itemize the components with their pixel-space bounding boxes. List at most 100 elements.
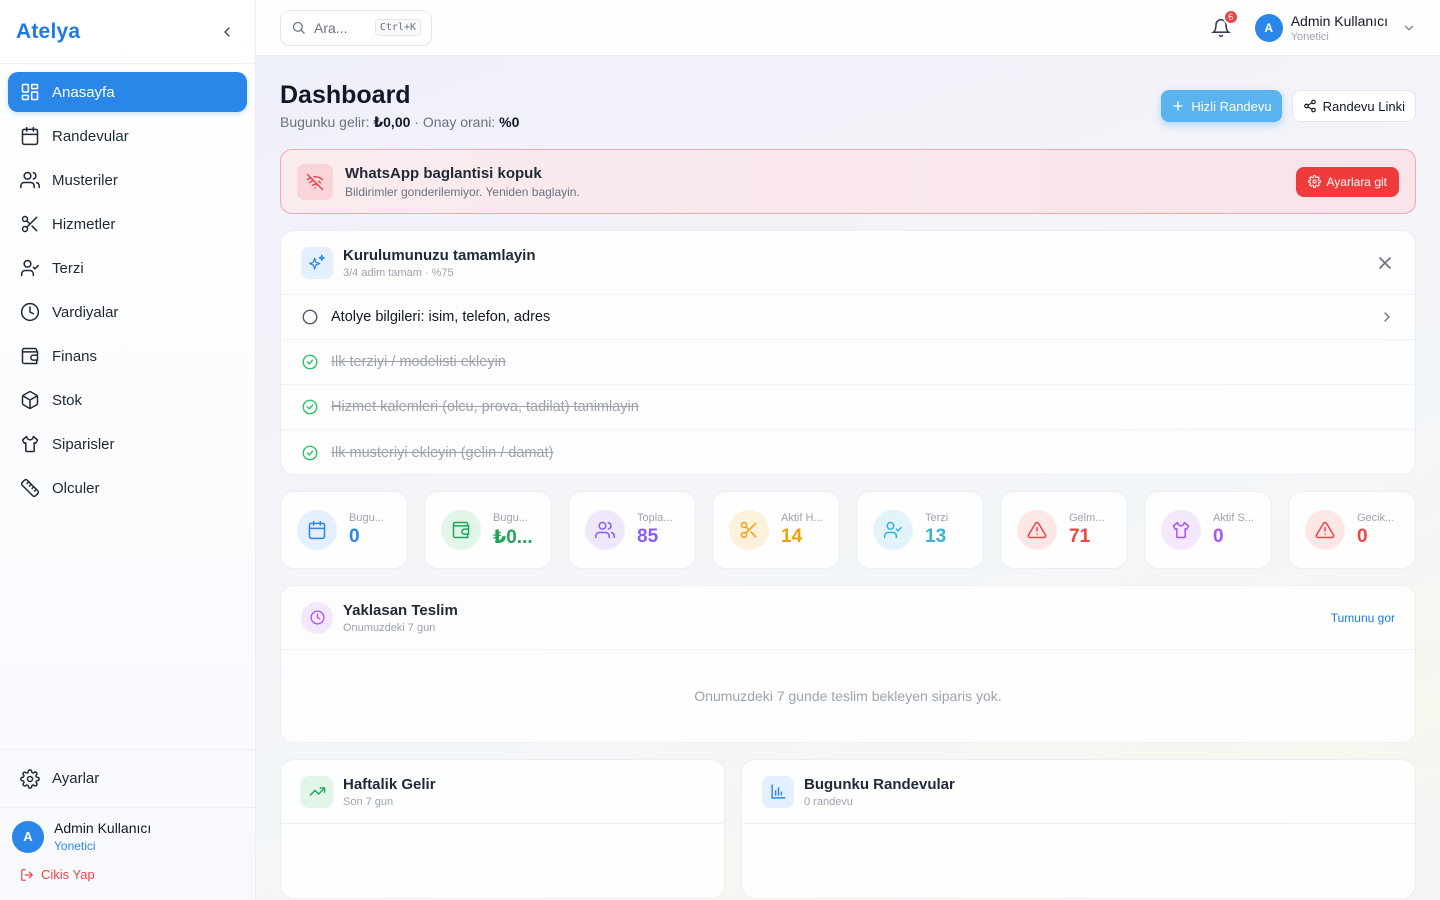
approval-label: Onay orani:: [422, 114, 496, 130]
stat-card-total-customers[interactable]: Topla... 85: [568, 491, 696, 569]
box-icon: [21, 390, 39, 410]
sidebar-item-olculer[interactable]: Olculer: [8, 468, 247, 508]
wifi-off-icon: [297, 163, 333, 200]
shirt-icon: [21, 435, 39, 453]
plus-icon: [1173, 101, 1184, 111]
stat-value: 71: [1069, 526, 1091, 547]
today-appointments-card: Bugunku Randevular 0 randevu: [741, 759, 1416, 899]
header-actions: Hizli Randevu Randevu Linki: [1161, 90, 1416, 122]
setup-header: Kurulumunuzu tamamlayin 3/4 adim tamam ·…: [281, 231, 1415, 295]
stat-card-active-services[interactable]: Aktif H... 14: [712, 491, 840, 569]
sidebar-user: A Admin Kullanıcı Yonetici Cikis Yap: [0, 807, 255, 900]
sidebar-nav: Anasayfa Randevular Musteriler Hizmetler…: [0, 64, 255, 508]
see-all-link[interactable]: Tumunu gor: [1331, 611, 1395, 625]
trending-up-icon: [301, 775, 333, 808]
clock-icon: [301, 601, 333, 634]
empty-state: Onumuzdeki 7 gunde teslim bekleyen sipar…: [694, 688, 1002, 704]
sidebar-item-stok[interactable]: Stok: [8, 380, 247, 420]
scissors-icon: [21, 215, 38, 233]
notifications-button[interactable]: 6: [1209, 8, 1239, 40]
sidebar-footer: Ayarlar A Admin Kullanıcı Yonetici Cikis…: [0, 749, 255, 900]
sidebar-item-anasayfa[interactable]: Anasayfa: [8, 72, 247, 112]
circle-icon: [302, 309, 318, 325]
weekly-income-card: Haftalik Gelir Son 7 gun: [280, 759, 725, 899]
card-title: Bugunku Randevular: [804, 775, 955, 793]
sidebar-item-label: Stok: [52, 391, 83, 409]
stat-label: Aktif S...: [1213, 512, 1254, 524]
stat-card-today-income[interactable]: Bugu... ₺0...: [424, 491, 552, 569]
logout-icon: [21, 868, 34, 881]
sidebar-item-label: Ayarlar: [52, 770, 100, 787]
sidebar-item-label: Terzi: [52, 259, 84, 277]
close-icon[interactable]: [1375, 253, 1395, 273]
user-profile[interactable]: A Admin Kullanıcı Yonetici: [12, 820, 243, 853]
sidebar-item-siparisler[interactable]: Siparisler: [8, 424, 247, 464]
sidebar-item-label: Finans: [52, 347, 98, 365]
bar-chart-icon: [762, 775, 794, 808]
setup-step-workshop-info[interactable]: Atolye bilgileri: isim, telefon, adres: [281, 295, 1415, 340]
sidebar-item-musteriler[interactable]: Musteriler: [8, 160, 247, 200]
share-icon: [1303, 99, 1316, 113]
stat-cards: Bugu... 0 Bugu... ₺0... Topla... 85 Aktif H…: [280, 491, 1416, 569]
stat-card-active-orders[interactable]: Aktif S... 0: [1144, 491, 1272, 569]
setup-step-label: Ilk musteriyi ekleyin (gelin / damat): [331, 444, 554, 461]
go-to-settings-button[interactable]: Ayarlara git: [1295, 166, 1399, 197]
search-input[interactable]: Ara... Ctrl+K: [280, 9, 432, 46]
bottom-cards: Haftalik Gelir Son 7 gun Bugunku Randevu…: [280, 759, 1416, 899]
sidebar-item-label: Anasayfa: [52, 83, 115, 101]
approval-value: %0: [499, 114, 520, 130]
stat-label: Gelm...: [1069, 512, 1105, 524]
stat-card-no-show[interactable]: Gelm... 71: [1000, 491, 1128, 569]
sidebar-item-ayarlar[interactable]: Ayarlar: [0, 749, 255, 807]
ruler-icon: [20, 478, 40, 498]
sparkles-icon: [301, 246, 333, 279]
income-value: ₺0,00: [373, 114, 411, 130]
sidebar-item-finans[interactable]: Finans: [8, 336, 247, 376]
chevron-down-icon: [1404, 25, 1414, 31]
page-subtitle: Bugunku gelir: ₺0,00 · Onay orani: %0: [280, 114, 519, 131]
alert-text: Bildirimler gonderilemiyor. Yeniden bagl…: [345, 184, 580, 199]
avatar: A: [12, 820, 44, 853]
stat-value: 0: [1357, 526, 1368, 547]
stat-card-delayed[interactable]: Gecik... 0: [1288, 491, 1416, 569]
quick-appointment-button[interactable]: Hizli Randevu: [1161, 90, 1282, 122]
gear-icon: [20, 768, 40, 789]
sidebar-item-vardiyalar[interactable]: Vardiyalar: [8, 292, 247, 332]
stat-value: 14: [781, 526, 803, 547]
logout-label: Cikis Yap: [41, 867, 95, 882]
sidebar-item-hizmetler[interactable]: Hizmetler: [8, 204, 247, 244]
stat-label: Gecik...: [1357, 512, 1395, 524]
stat-card-tailors[interactable]: Terzi 13: [856, 491, 984, 569]
collapse-sidebar-button[interactable]: [215, 20, 239, 44]
topbar: Ara... Ctrl+K 6 A Admin Kullanıcı Yoneti…: [256, 0, 1440, 56]
setup-progress: 3/4 adim tamam · %75: [343, 266, 454, 279]
setup-title: Kurulumunuzu tamamlayin: [343, 246, 536, 264]
sidebar-item-label: Siparisler: [52, 435, 115, 453]
check-circle-icon: [302, 399, 318, 415]
user-menu[interactable]: A Admin Kullanıcı Yonetici: [1254, 13, 1416, 43]
alert-title: WhatsApp baglantisi kopuk: [345, 164, 542, 182]
sidebar-item-randevular[interactable]: Randevular: [8, 116, 247, 156]
stat-card-today-appointments[interactable]: Bugu... 0: [280, 491, 408, 569]
main-content: Dashboard Bugunku gelir: ₺0,00 · Onay or…: [256, 57, 1440, 900]
search-icon: [292, 21, 305, 34]
sidebar-item-label: Musteriler: [52, 171, 118, 189]
brand-logo[interactable]: Atelya: [16, 20, 80, 44]
setup-step-label: Hizmet kalemleri (olcu, prova, tadilat) …: [331, 399, 639, 415]
clock-icon: [20, 302, 40, 322]
stat-label: Terzi: [925, 512, 949, 524]
users-icon: [20, 171, 40, 189]
stat-value: ₺0...: [493, 526, 533, 548]
logout-button[interactable]: Cikis Yap: [12, 867, 243, 882]
appointment-link-button[interactable]: Randevu Linki: [1291, 90, 1416, 122]
quick-appointment-label: Hizli Randevu: [1191, 98, 1272, 114]
calendar-icon: [21, 126, 39, 146]
separator: ·: [414, 114, 419, 130]
card-title: Haftalik Gelir: [343, 775, 436, 793]
search-placeholder: Ara...: [314, 19, 348, 36]
notification-badge: 6: [1222, 8, 1239, 25]
sidebar-item-terzi[interactable]: Terzi: [8, 248, 247, 288]
card-header: Bugunku Randevular 0 randevu: [742, 760, 1415, 824]
scissors-icon: [729, 510, 769, 550]
sidebar-item-label: Olculer: [52, 479, 100, 497]
